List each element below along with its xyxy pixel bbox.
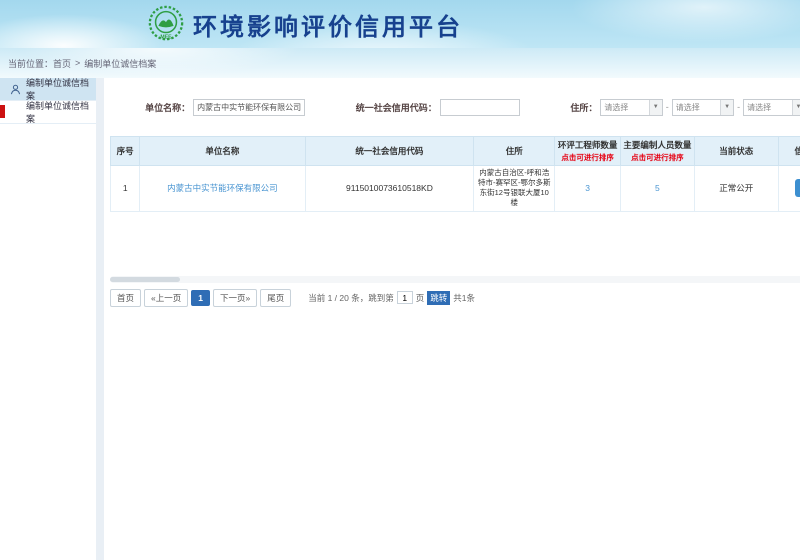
- first-page-button[interactable]: 首页: [110, 289, 141, 307]
- credit-code-value: 9115010073610518KD: [305, 166, 474, 212]
- jump-button[interactable]: 跳转: [427, 291, 450, 305]
- col-index: 序号: [111, 137, 140, 166]
- breadcrumb-separator: >: [75, 58, 80, 68]
- breadcrumb: 当前位置： 首页 > 编制单位诚信档案: [0, 48, 800, 78]
- district-select[interactable]: 请选择 ▼: [743, 99, 800, 116]
- engineer-count-link[interactable]: 3: [585, 183, 590, 193]
- sort-hint: 点击可进行排序: [622, 152, 692, 163]
- sidebar-item-credit-archive-parent[interactable]: 编制单位诚信档案: [0, 78, 96, 101]
- province-select[interactable]: 请选择 ▼: [600, 99, 662, 116]
- prev-page-button[interactable]: «上一页: [144, 289, 188, 307]
- table-row: 1 内蒙古中实节能环保有限公司 9115010073610518KD 内蒙古自治…: [111, 166, 800, 212]
- col-credit-code: 统一社会信用代码: [305, 137, 474, 166]
- last-page-button[interactable]: 尾页: [260, 289, 291, 307]
- col-status: 当前状态: [694, 137, 778, 166]
- col-unit-name: 单位名称: [140, 137, 305, 166]
- col-address: 住所: [474, 137, 555, 166]
- total-count: 共1条: [453, 292, 475, 304]
- staff-count-link[interactable]: 5: [655, 183, 660, 193]
- user-icon: [10, 84, 21, 95]
- sort-hint: 点击可进行排序: [556, 152, 619, 163]
- address-value: 内蒙古自治区-呼和浩特市-赛罕区-鄂尔多斯东街12号银联大厦10楼: [474, 166, 555, 212]
- red-flag-icon: [0, 105, 5, 118]
- chevron-down-icon: ▼: [792, 100, 800, 115]
- filter-bar: 单位名称： 统一社会信用代码： 住所： 请选择 ▼ - 请选择 ▼ - 请选择 …: [110, 90, 800, 124]
- chevron-down-icon: ▼: [649, 100, 662, 115]
- col-staff-count-sortable[interactable]: 主要编制人员数量 点击可进行排序: [621, 137, 694, 166]
- svg-text:MEE: MEE: [160, 34, 172, 40]
- brand: MEE 环境影响评价信用平台: [147, 5, 463, 43]
- next-page-button[interactable]: 下一页»: [213, 289, 257, 307]
- sidebar: 编制单位诚信档案 编制单位诚信档案: [0, 78, 96, 560]
- unit-name-label: 单位名称：: [145, 101, 190, 114]
- page-title: 环境影响评价信用平台: [193, 7, 463, 42]
- sidebar-item-label: 编制单位诚信档案: [26, 99, 96, 125]
- row-index: 1: [111, 166, 140, 212]
- breadcrumb-home-link[interactable]: 首页: [53, 57, 71, 70]
- sidebar-divider: [96, 78, 104, 560]
- col-credit-record: 信用记录: [778, 137, 800, 166]
- mee-logo-icon: MEE: [147, 5, 185, 43]
- sidebar-item-credit-archive[interactable]: 编制单位诚信档案: [0, 101, 96, 124]
- detail-button[interactable]: 详情: [795, 179, 800, 197]
- jump-page-input[interactable]: [397, 291, 413, 304]
- unit-name-input[interactable]: [193, 99, 305, 116]
- scrollbar-thumb[interactable]: [110, 277, 180, 282]
- chevron-down-icon: ▼: [720, 100, 733, 115]
- city-select[interactable]: 请选择 ▼: [672, 99, 734, 116]
- pagination-info: 当前 1 / 20 条，跳到第 页 跳转 共1条: [308, 291, 475, 305]
- app-header: MEE 环境影响评价信用平台: [0, 0, 800, 48]
- page-1-button[interactable]: 1: [191, 290, 210, 306]
- horizontal-scrollbar[interactable]: [110, 276, 800, 283]
- address-label: 住所：: [570, 101, 597, 114]
- table-header-row: 序号 单位名称 统一社会信用代码 住所 环评工程师数量 点击可进行排序 主要编制…: [111, 137, 800, 166]
- col-engineer-count-sortable[interactable]: 环评工程师数量 点击可进行排序: [555, 137, 621, 166]
- breadcrumb-current: 编制单位诚信档案: [84, 57, 156, 70]
- credit-code-input[interactable]: [440, 99, 520, 116]
- status-value: 正常公开: [694, 166, 778, 212]
- main-panel: 单位名称： 统一社会信用代码： 住所： 请选择 ▼ - 请选择 ▼ - 请选择 …: [104, 78, 800, 560]
- pagination-bar: 首页 «上一页 1 下一页» 尾页 当前 1 / 20 条，跳到第 页 跳转 共…: [110, 289, 800, 307]
- credit-code-label: 统一社会信用代码：: [356, 101, 437, 114]
- unit-name-link[interactable]: 内蒙古中实节能环保有限公司: [167, 183, 278, 193]
- breadcrumb-label: 当前位置：: [8, 57, 53, 70]
- results-table: 序号 单位名称 统一社会信用代码 住所 环评工程师数量 点击可进行排序 主要编制…: [110, 136, 800, 212]
